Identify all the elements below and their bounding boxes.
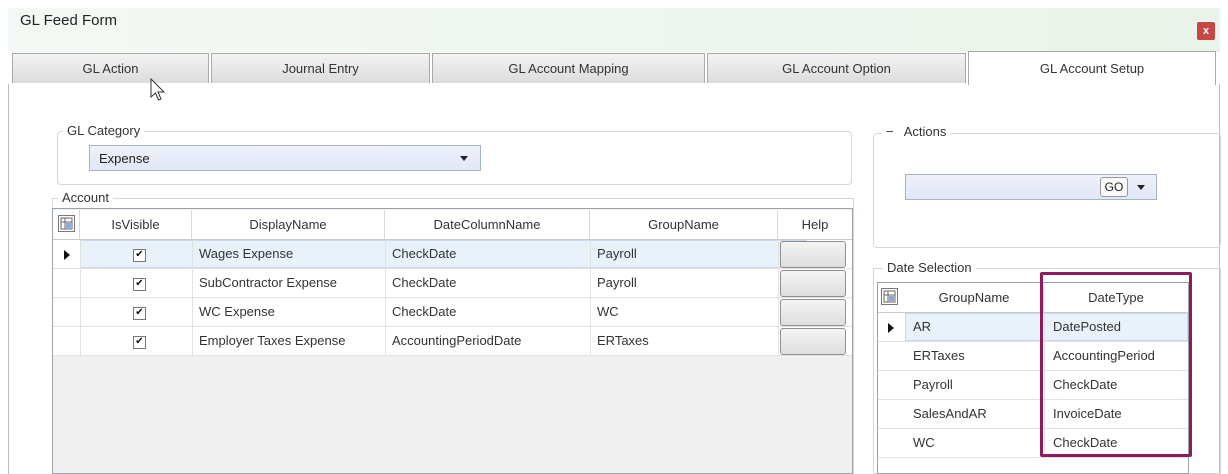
date-type-cell: AccountingPeriod [1053,348,1155,363]
gl-category-label: GL Category [63,123,145,138]
isvisible-checkbox[interactable]: ✔ [133,336,146,349]
group-name-cell: WC [913,435,935,450]
help-button[interactable] [780,270,846,297]
date-selection-label: Date Selection [883,260,976,275]
actions-header: − Actions [882,124,951,139]
tab-gl-account-mapping[interactable]: GL Account Mapping [432,53,705,83]
tab-gl-account-setup[interactable]: GL Account Setup [968,51,1216,85]
table-row[interactable]: ✔ WC Expense CheckDate WC [53,298,852,327]
date-type-cell: DatePosted [1053,319,1121,334]
group-name-cell: ERTaxes [913,348,965,363]
group-name-cell: Payroll [597,246,637,261]
table-row[interactable]: ✔ Employer Taxes Expense AccountingPerio… [53,327,852,356]
table-row[interactable]: Payroll CheckDate [878,371,1188,400]
grid-line [80,240,81,356]
collapse-icon[interactable]: − [886,124,894,139]
date-type-cell: CheckDate [1053,377,1118,392]
chevron-down-icon[interactable] [1137,185,1145,190]
gl-category-select[interactable]: Expense [89,145,481,171]
date-column-cell: AccountingPeriodDate [392,333,522,348]
isvisible-checkbox[interactable]: ✔ [133,278,146,291]
window-titlebar [8,8,1220,52]
group-name-cell: ERTaxes [597,333,649,348]
gl-category-value: Expense [99,151,150,166]
tab-label: GL Action [82,61,139,76]
table-row[interactable]: AR DatePosted [878,313,1188,342]
table-row[interactable]: ✔ Wages Expense CheckDate Payroll [53,240,852,269]
grid-line [385,240,386,356]
column-chooser-icon[interactable] [58,215,75,232]
actions-label: Actions [903,124,947,139]
display-name-cell: Employer Taxes Expense [199,333,346,348]
group-name-cell: SalesAndAR [913,406,987,421]
grid-line [1044,313,1045,459]
group-name-cell: Payroll [913,377,953,392]
table-row[interactable]: ERTaxes AccountingPeriod [878,342,1188,371]
group-name-cell: Payroll [597,275,637,290]
column-chooser-icon[interactable] [881,288,898,305]
grid-line [778,240,779,356]
date-type-cell: CheckDate [1053,435,1118,450]
mouse-cursor-icon [150,78,166,101]
display-name-cell: WC Expense [199,304,275,319]
help-button[interactable] [780,241,846,268]
isvisible-checkbox[interactable]: ✔ [133,307,146,320]
row-indicator-icon [64,250,70,260]
table-row[interactable]: SalesAndAR InvoiceDate [878,400,1188,429]
row-selection-bg [905,313,1188,341]
column-header-datecolumnname[interactable]: DateColumnName [385,210,590,240]
tab-label: Journal Entry [282,61,359,76]
tab-journal-entry[interactable]: Journal Entry [211,53,430,83]
tab-label: GL Account Setup [1039,61,1145,76]
group-name-cell: AR [913,319,932,334]
account-label: Account [58,190,113,205]
tab-gl-action[interactable]: GL Action [12,53,209,83]
column-header-datetype[interactable]: DateType [1044,283,1188,313]
help-button[interactable] [780,328,846,355]
grid-line [192,240,193,356]
tab-gl-account-option[interactable]: GL Account Option [707,53,966,83]
help-button[interactable] [780,299,846,326]
column-header-isvisible[interactable]: IsVisible [80,210,192,240]
date-type-cell: InvoiceDate [1053,406,1122,421]
table-row[interactable]: ✔ SubContractor Expense CheckDate Payrol… [53,269,852,298]
date-column-cell: CheckDate [392,246,457,261]
display-name-cell: SubContractor Expense [199,275,338,290]
table-row[interactable]: WC CheckDate [878,429,1188,458]
date-column-cell: CheckDate [392,304,457,319]
date-column-cell: CheckDate [392,275,457,290]
row-indicator-icon [888,323,894,333]
column-header-help[interactable]: Help [778,210,852,240]
go-button[interactable]: GO [1100,177,1128,197]
window-title: GL Feed Form [20,12,117,29]
chevron-down-icon [460,156,468,161]
column-header-displayname[interactable]: DisplayName [192,210,385,240]
column-header-groupname[interactable]: GroupName [590,210,778,240]
tab-label: GL Account Option [782,61,891,76]
tab-label: GL Account Mapping [508,61,629,76]
column-header-groupname[interactable]: GroupName [905,283,1044,313]
isvisible-checkbox[interactable]: ✔ [133,249,146,262]
close-button[interactable]: x [1197,22,1215,40]
grid-line [590,240,591,356]
group-name-cell: WC [597,304,619,319]
display-name-cell: Wages Expense [199,246,294,261]
